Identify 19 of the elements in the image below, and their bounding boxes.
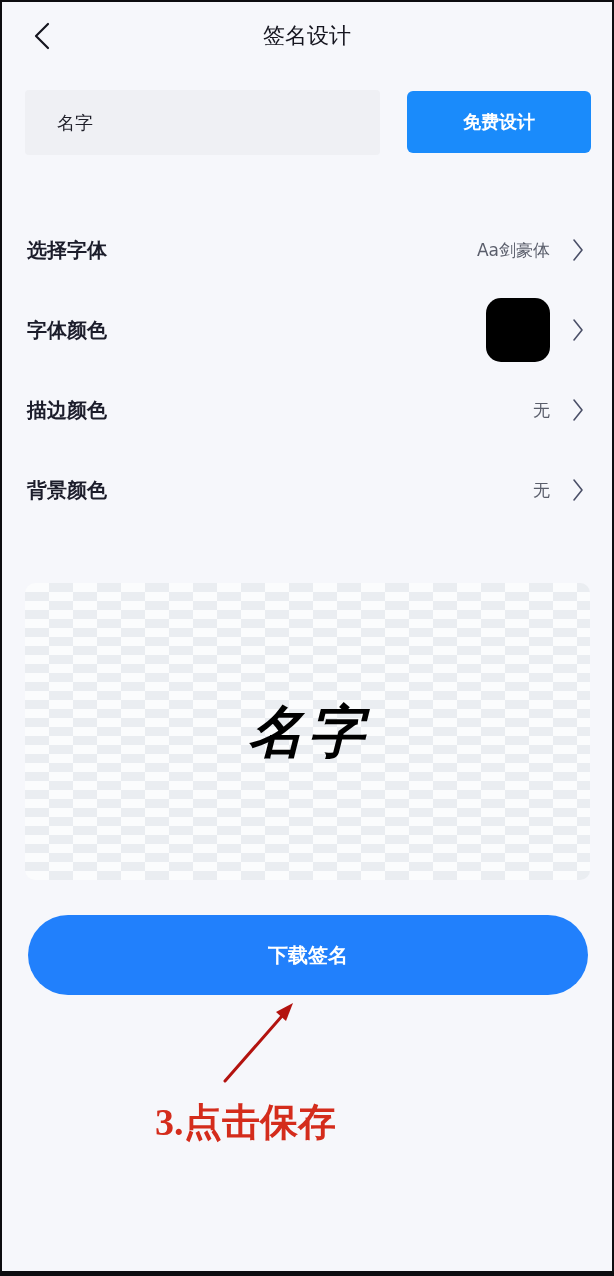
page-title: 签名设计 [263, 22, 351, 50]
setting-label: 字体颜色 [27, 316, 107, 344]
chevron-right-icon[interactable] [572, 238, 584, 262]
setting-value: 无 [533, 398, 550, 422]
free-design-button[interactable]: 免费设计 [407, 91, 591, 153]
color-swatch-icon[interactable] [486, 298, 550, 362]
setting-value: 无 [533, 478, 550, 502]
name-input-field[interactable]: 名字 [25, 90, 380, 155]
chevron-right-icon[interactable] [572, 478, 584, 502]
signature-text: 名字 [247, 700, 368, 763]
chevron-right-icon[interactable] [572, 398, 584, 422]
annotation-text: 3.点击保存 [155, 1100, 336, 1144]
setting-label: 描边颜色 [27, 396, 107, 424]
download-signature-button[interactable]: 下载签名 [28, 915, 588, 995]
chevron-right-icon[interactable] [572, 318, 584, 342]
setting-value: Aa剑豪体 [476, 238, 550, 262]
setting-label: 背景颜色 [27, 476, 107, 504]
back-icon[interactable] [33, 22, 51, 50]
setting-label: 选择字体 [27, 236, 107, 264]
